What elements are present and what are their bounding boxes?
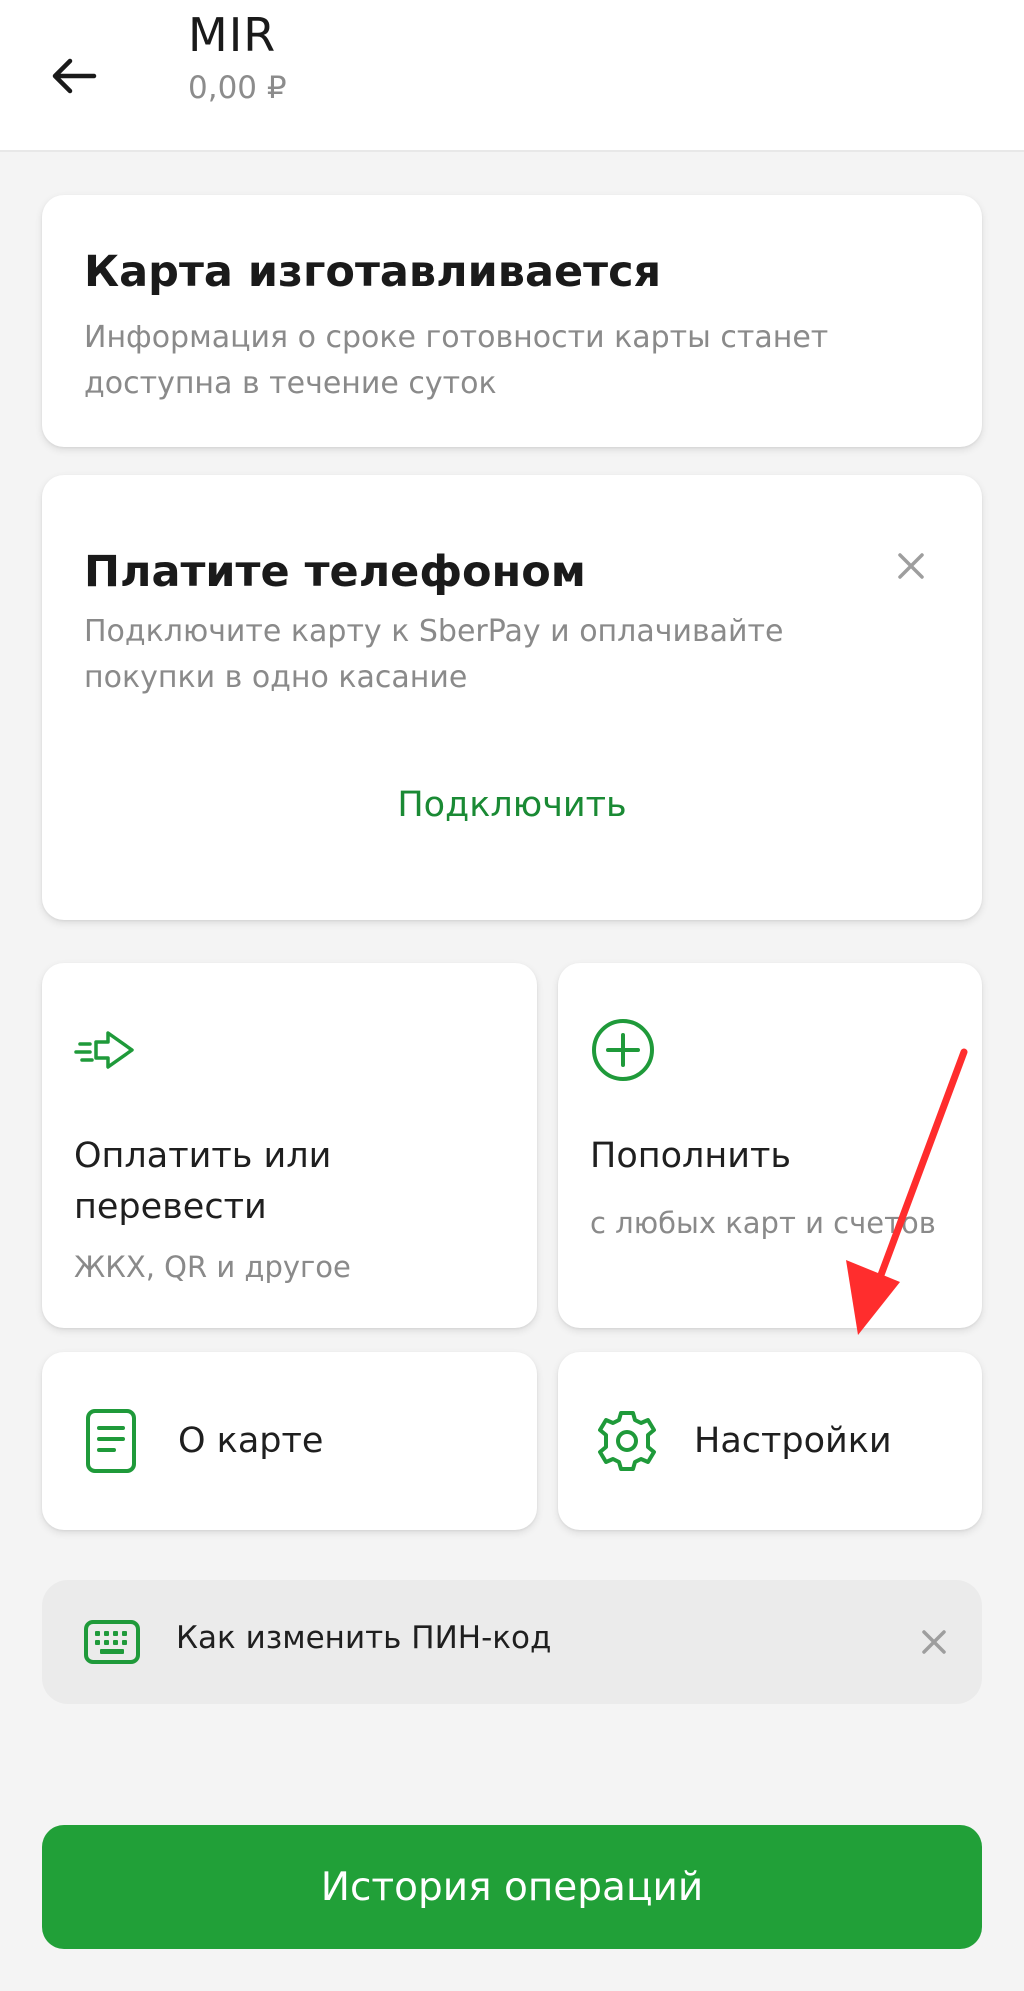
close-icon — [898, 553, 924, 579]
settings-tile[interactable]: Настройки — [558, 1352, 982, 1530]
operations-history-label: История операций — [320, 1864, 704, 1910]
gear-icon — [598, 1411, 656, 1471]
document-icon — [86, 1409, 136, 1473]
card-name: MIR — [188, 8, 277, 62]
promo-title: Платите телефоном — [84, 547, 586, 597]
topup-tile-subtitle: с любых карт и счетов — [590, 1206, 936, 1240]
pin-tip-close-button[interactable] — [912, 1620, 956, 1664]
pay-tile-title: Оплатить или перевести — [74, 1136, 332, 1227]
about-card-tile[interactable]: О карте — [42, 1352, 537, 1530]
pin-change-tip[interactable]: Как изменить ПИН-код — [42, 1580, 982, 1704]
topup-tile-title: Пополнить — [590, 1136, 792, 1176]
promo-description: Подключите карту к SberPay и оплачивайте… — [84, 614, 784, 695]
topup-tile[interactable]: Пополнить с любых карт и счетов — [558, 963, 982, 1328]
status-title: Карта изготавливается — [84, 247, 662, 297]
arrow-left-icon — [52, 58, 97, 94]
about-card-label: О карте — [178, 1421, 324, 1461]
sberpay-promo-card: Платите телефоном Подключите карту к Sbe… — [42, 475, 982, 920]
operations-history-button[interactable]: История операций — [42, 1825, 982, 1949]
send-arrow-icon — [74, 1031, 134, 1069]
close-icon — [922, 1630, 946, 1654]
settings-label: Настройки — [694, 1421, 892, 1461]
pin-change-label: Как изменить ПИН-код — [176, 1620, 552, 1656]
status-description: Информация о сроке готовности карты стан… — [84, 320, 829, 401]
back-button[interactable] — [38, 40, 110, 112]
promo-close-button[interactable] — [890, 545, 932, 587]
card-balance: 0,00 ₽ — [188, 70, 287, 106]
keyboard-icon — [84, 1620, 140, 1664]
header: MIR 0,00 ₽ — [0, 0, 1024, 152]
pay-tile-subtitle: ЖКХ, QR и другое — [74, 1250, 351, 1284]
connect-button[interactable]: Подключить — [42, 785, 982, 825]
pay-or-transfer-tile[interactable]: Оплатить или перевести ЖКХ, QR и другое — [42, 963, 537, 1328]
card-status-panel: Карта изготавливается Информация о сроке… — [42, 195, 982, 447]
plus-circle-icon — [592, 1019, 654, 1081]
